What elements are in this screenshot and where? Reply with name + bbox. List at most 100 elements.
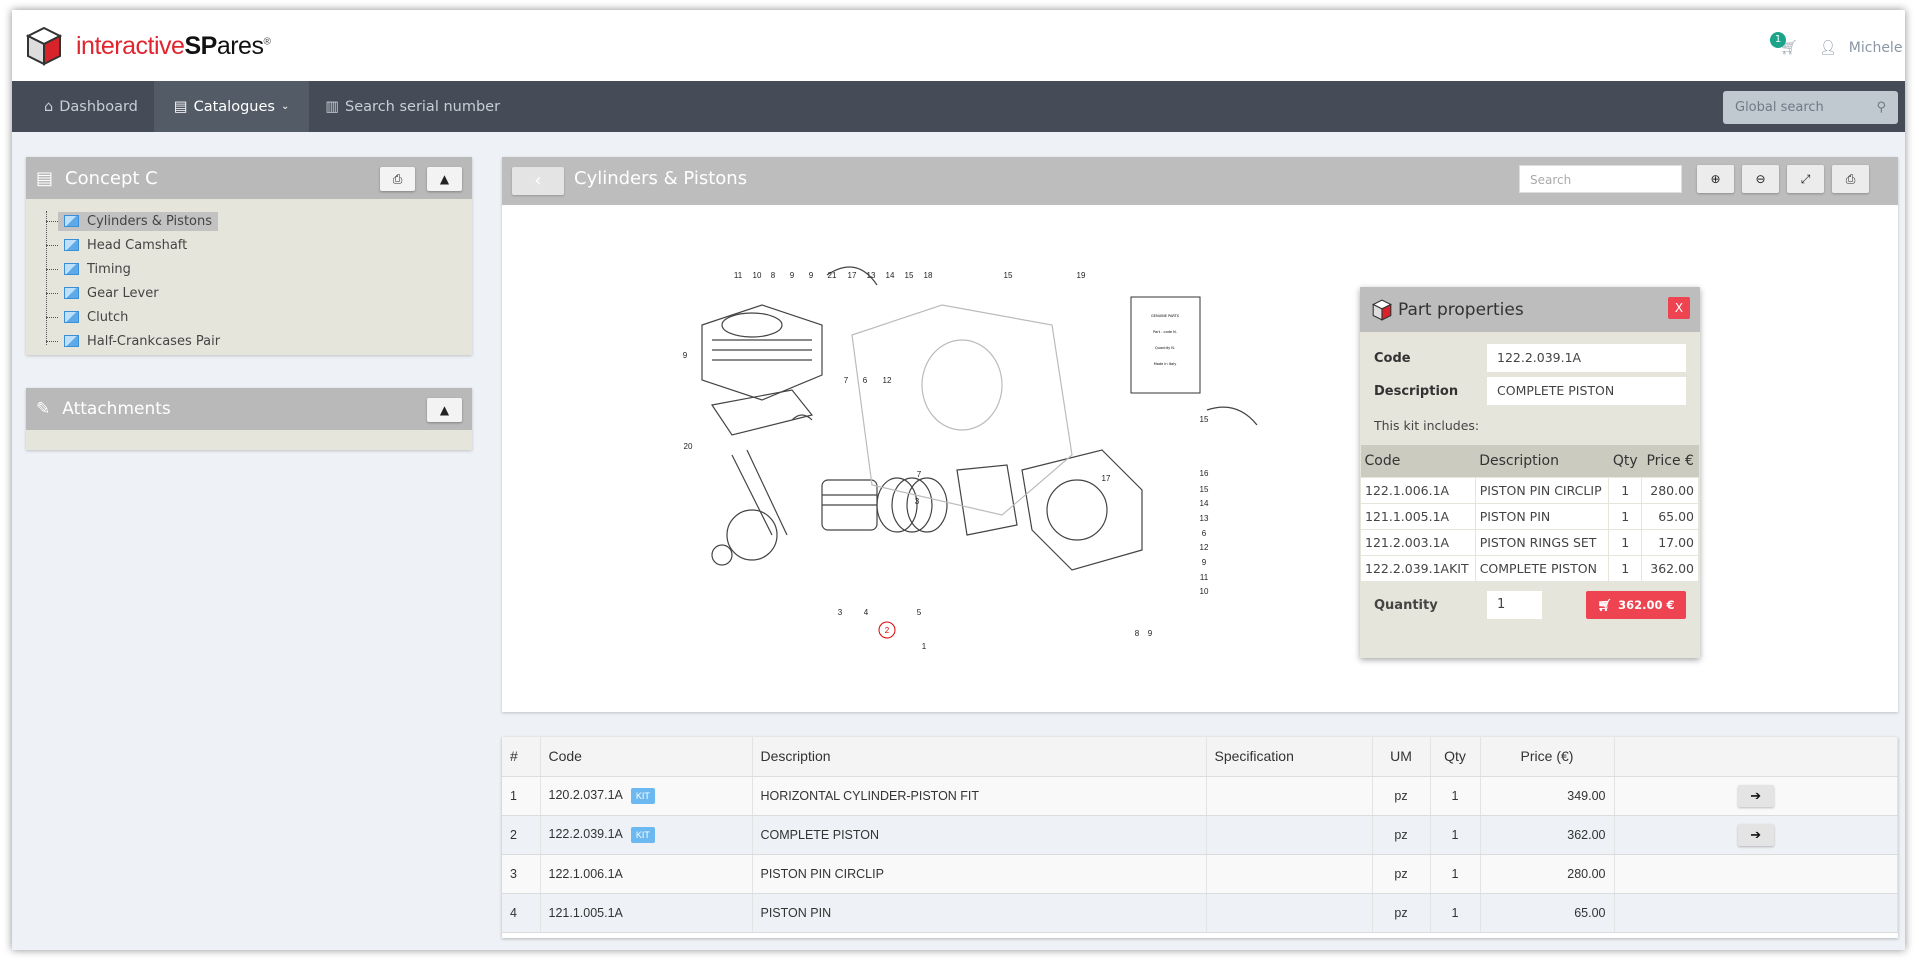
nav-dashboard[interactable]: ⌂ Dashboard — [12, 81, 154, 132]
callout-label[interactable]: 18 — [924, 271, 933, 280]
callout-label[interactable]: 10 — [753, 271, 762, 280]
kit-cell: PISTON PIN — [1474, 503, 1610, 530]
callout-label[interactable]: 7 — [917, 470, 922, 479]
price-cell: 65.00 — [1480, 893, 1615, 933]
callout-label[interactable]: 12 — [883, 376, 892, 385]
callout-label[interactable]: 20 — [684, 442, 693, 451]
tree-item[interactable]: Half-Crankcases Pair — [46, 329, 472, 353]
part-code: 122.2.039.1A — [548, 826, 623, 841]
table-row[interactable]: 4 121.1.005.1A PISTON PIN pz165.00🛒︎ — [502, 893, 1898, 933]
kit-cell: 65.00 — [1641, 503, 1699, 530]
kit-cell: 362.00 — [1641, 555, 1699, 582]
callout-label[interactable]: 13 — [1200, 514, 1209, 523]
callout-label[interactable]: 9 — [1202, 558, 1207, 567]
callout-label[interactable]: 7 — [844, 376, 849, 385]
callout-label[interactable]: 15 — [1004, 271, 1013, 280]
quantity-input[interactable]: 1 — [1487, 591, 1542, 619]
callout-label[interactable]: 6 — [1202, 529, 1207, 538]
table-row[interactable]: 1 120.2.037.1A KIT HORIZONTAL CYLINDER-PIST… — [502, 776, 1898, 816]
callout-label[interactable]: 8 — [1135, 629, 1140, 638]
callout-label[interactable]: 12 — [1200, 543, 1209, 552]
cart-button[interactable]: 1 🛒︎ — [1770, 32, 1798, 56]
callout-label[interactable]: 21 — [828, 271, 837, 280]
table-row[interactable]: 3 122.1.006.1A PISTON PIN CIRCLIP pz 1 280.00… — [502, 854, 1898, 894]
kit-badge: KIT — [630, 787, 655, 804]
table-row[interactable]: 2 122.2.039.1A KIT COMPLETE PISTON pz 1 362.00… — [502, 815, 1898, 855]
tree-item[interactable]: Gear Lever — [46, 281, 472, 305]
kit-row[interactable]: 121.2.003.1A PISTON RINGS SET 1 17.00 — [1360, 529, 1699, 556]
callout-label[interactable]: 19 — [1077, 271, 1086, 280]
main-nav: ⌂ Dashboard ▤ Catalogues ⌄ ▥ Search serial n… — [12, 81, 1905, 132]
print-button[interactable]: ⎙ — [380, 167, 415, 191]
code-cell: 122.2.039.1A KIT — [540, 815, 753, 855]
catalogue-panel: ▤ Concept C ⎙ ▲ Cylinders & Pistons Head C… — [26, 157, 472, 355]
collapse-button[interactable]: ▲ — [427, 398, 462, 422]
callout-label[interactable]: 17 — [848, 271, 857, 280]
qty-cell: 1 — [1430, 815, 1481, 855]
top-header: interactiveSPares® 1 🛒︎ 👤︎ Michele — [12, 10, 1905, 81]
callout-label[interactable]: 3 — [915, 497, 920, 506]
callout-label[interactable]: 2 — [885, 626, 890, 635]
close-button[interactable]: X — [1668, 297, 1690, 319]
callout-label[interactable]: 8 — [771, 271, 776, 280]
kit-cell: 122.1.006.1A — [1360, 477, 1476, 504]
description-cell: PISTON PIN — [752, 893, 1207, 933]
nav-label: Catalogues — [193, 98, 275, 115]
callout-label[interactable]: 4 — [864, 608, 869, 617]
zoom-out-button[interactable]: ⊖ — [1742, 165, 1779, 193]
zoom-in-button[interactable]: ⊕ — [1697, 165, 1734, 193]
row-number: 3 — [502, 854, 541, 894]
callout-label[interactable]: 15 — [905, 271, 914, 280]
specification-cell — [1206, 815, 1373, 855]
callout-label[interactable]: 14 — [886, 271, 895, 280]
row-number: 4 — [502, 893, 541, 933]
part-code: 120.2.037.1A — [548, 787, 623, 802]
diagram-search-input[interactable]: Search — [1519, 165, 1682, 193]
callout-label[interactable]: 3 — [838, 608, 843, 617]
back-button[interactable]: ‹ — [512, 167, 564, 195]
callout-label[interactable]: 5 — [917, 608, 922, 617]
callout-label[interactable]: 11 — [1200, 573, 1209, 582]
global-search-input[interactable]: Global search ⚲ — [1723, 91, 1898, 124]
add-to-cart-button[interactable]: 🛒︎ 362.00 € — [1586, 591, 1686, 619]
callout-label[interactable]: 16 — [1200, 469, 1209, 478]
print-icon: ⎙ — [392, 171, 403, 186]
kit-row[interactable]: 122.1.006.1A PISTON PIN CIRCLIP 1 280.00 — [1360, 477, 1699, 504]
tree-item-label: Gear Lever — [87, 285, 159, 301]
callout-label[interactable]: 13 — [867, 271, 876, 280]
column-header — [1614, 737, 1898, 777]
action-cell: 🛒︎ — [1614, 854, 1898, 894]
callout-label[interactable]: 17 — [1102, 474, 1111, 483]
nav-catalogues[interactable]: ▤ Catalogues ⌄ — [153, 81, 310, 132]
expand-icon: ⤢ — [1800, 171, 1811, 186]
kit-row[interactable]: 121.1.005.1A PISTON PIN 1 65.00 — [1360, 503, 1699, 530]
callout-label[interactable]: 6 — [863, 376, 868, 385]
logo[interactable]: interactiveSPares® — [26, 26, 271, 66]
callout-label[interactable]: 9 — [790, 271, 795, 280]
tree-item[interactable]: Head Camshaft — [46, 233, 472, 257]
callout-label[interactable]: 9 — [809, 271, 814, 280]
callout-label[interactable]: 1 — [922, 642, 927, 651]
callout-label[interactable]: 9 — [1148, 629, 1153, 638]
fit-screen-button[interactable]: ⤢ — [1787, 165, 1824, 193]
tree-item[interactable]: Cylinders & Pistons — [46, 209, 472, 233]
kit-cell: 1 — [1608, 529, 1643, 556]
open-kit-button[interactable]: ➔ — [1737, 784, 1774, 807]
tree-item-content: Clutch — [58, 308, 134, 327]
kit-row[interactable]: 122.2.039.1AKIT COMPLETE PISTON 1 362.00 — [1360, 555, 1699, 582]
callout-label[interactable]: 15 — [1200, 485, 1209, 494]
barcode-icon: ▥ — [325, 98, 340, 115]
open-kit-button[interactable]: ➔ — [1737, 823, 1774, 846]
callout-label[interactable]: 10 — [1200, 587, 1209, 596]
print-button[interactable]: ⎙ — [1832, 165, 1869, 193]
callout-label[interactable]: 11 — [734, 271, 743, 280]
collapse-button[interactable]: ▲ — [427, 167, 462, 191]
tree-item[interactable]: Clutch — [46, 305, 472, 329]
tree-item[interactable]: Timing — [46, 257, 472, 281]
callout-label[interactable]: 9 — [683, 351, 688, 360]
user-name: Michele — [1848, 40, 1903, 56]
callout-label[interactable]: 15 — [1200, 415, 1209, 424]
nav-search-serial[interactable]: ▥ Search serial number — [309, 81, 516, 132]
callout-label[interactable]: 14 — [1200, 499, 1209, 508]
user-menu[interactable]: 👤︎ Michele — [1819, 40, 1902, 56]
